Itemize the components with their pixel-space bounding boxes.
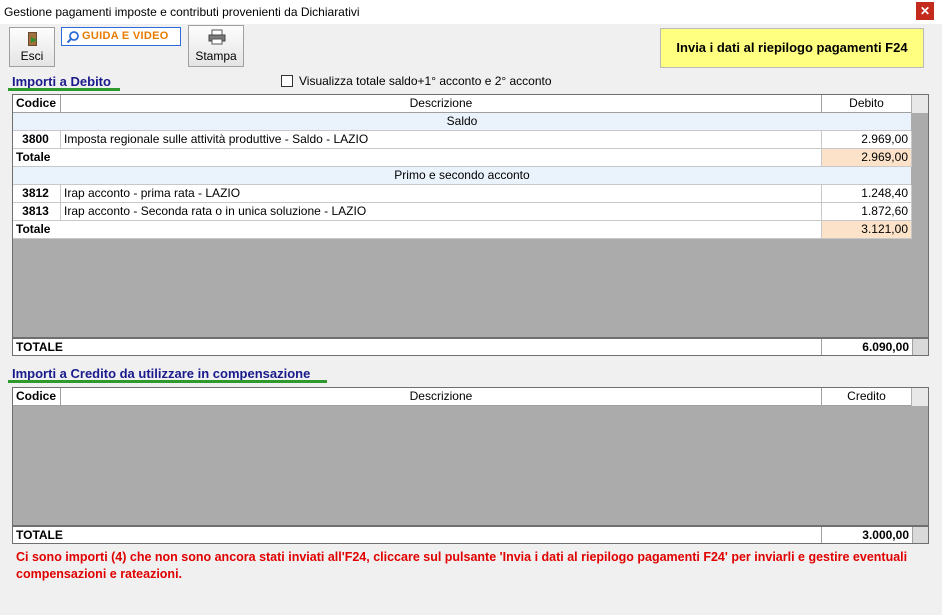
window-title: Gestione pagamenti imposte e contributi … <box>4 5 360 19</box>
table-row[interactable]: 3800 Imposta regionale sulle attività pr… <box>13 131 912 149</box>
stampa-label: Stampa <box>195 49 237 63</box>
guida-video-button[interactable]: GUIDA E VIDEO <box>61 27 181 46</box>
group-saldo-total-row: Totale 2.969,00 <box>13 149 912 167</box>
totale-checkbox[interactable] <box>281 75 293 87</box>
table-row[interactable]: 3812 Irap acconto - prima rata - LAZIO 1… <box>13 185 912 203</box>
col-descrizione[interactable]: Descrizione <box>61 95 822 113</box>
debito-grand-total-value: 6.090,00 <box>821 339 912 355</box>
pending-import-message: Ci sono importi (4) che non sono ancora … <box>16 550 908 581</box>
group-acconto-total-row: Totale 3.121,00 <box>13 221 912 239</box>
credito-grand-total-value: 3.000,00 <box>821 527 912 543</box>
col-descrizione[interactable]: Descrizione <box>61 388 822 406</box>
credito-grand-total-label: TOTALE <box>16 528 63 542</box>
row-codice: 3813 <box>13 203 61 221</box>
row-descrizione: Irap acconto - prima rata - LAZIO <box>61 185 822 203</box>
group-saldo-total-value: 2.969,00 <box>822 149 912 167</box>
printer-icon <box>208 29 226 45</box>
esci-button[interactable]: Esci <box>9 27 55 67</box>
row-codice: 3800 <box>13 131 61 149</box>
col-codice[interactable]: Codice <box>13 388 61 406</box>
total-bar-end-cap <box>912 339 928 355</box>
debito-grand-total-label: TOTALE <box>16 340 63 354</box>
header-scroll-cap <box>911 95 928 113</box>
totale-label: Totale <box>13 221 822 239</box>
credito-table-header: Codice Descrizione Credito <box>13 388 912 406</box>
totale-label: Totale <box>13 149 822 167</box>
total-bar-end-cap <box>912 527 928 543</box>
credito-grand-total-bar: TOTALE 3.000,00 <box>12 526 929 544</box>
debito-table: Codice Descrizione Debito Saldo 3800 Imp… <box>12 94 929 338</box>
debito-table-header: Codice Descrizione Debito <box>13 95 912 113</box>
credito-title-underline <box>8 380 327 383</box>
row-codice: 3812 <box>13 185 61 203</box>
col-codice[interactable]: Codice <box>13 95 61 113</box>
row-importo: 2.969,00 <box>822 131 912 149</box>
stampa-button[interactable]: Stampa <box>188 25 244 67</box>
title-bar: Gestione pagamenti imposte e contributi … <box>0 0 942 24</box>
totale-checkbox-row[interactable]: Visualizza totale saldo+1° acconto e 2° … <box>281 74 552 88</box>
group-acconto-total-value: 3.121,00 <box>822 221 912 239</box>
magnifier-icon <box>66 31 79 44</box>
row-importo: 1.872,60 <box>822 203 912 221</box>
group-saldo-band: Saldo <box>13 113 911 131</box>
credito-table: Codice Descrizione Credito <box>12 387 929 526</box>
row-descrizione: Imposta regionale sulle attività produtt… <box>61 131 822 149</box>
debito-section-title: Importi a Debito <box>12 74 111 89</box>
credito-section-title: Importi a Credito da utilizzare in compe… <box>12 366 311 381</box>
table-row[interactable]: 3813 Irap acconto - Seconda rata o in un… <box>13 203 912 221</box>
debito-grand-total-bar: TOTALE 6.090,00 <box>12 338 929 356</box>
totale-checkbox-label: Visualizza totale saldo+1° acconto e 2° … <box>299 74 552 88</box>
col-debito[interactable]: Debito <box>822 95 912 113</box>
invia-f24-button[interactable]: Invia i dati al riepilogo pagamenti F24 <box>660 28 924 68</box>
guida-label: GUIDA E VIDEO <box>82 30 169 42</box>
close-window-button[interactable]: ✕ <box>916 2 934 20</box>
exit-door-icon <box>28 32 37 46</box>
col-credito[interactable]: Credito <box>822 388 912 406</box>
row-importo: 1.248,40 <box>822 185 912 203</box>
group-acconto-band: Primo e secondo acconto <box>13 167 911 185</box>
esci-label: Esci <box>20 49 44 63</box>
debito-title-underline <box>8 88 120 91</box>
header-scroll-cap <box>911 388 928 406</box>
row-descrizione: Irap acconto - Seconda rata o in unica s… <box>61 203 822 221</box>
